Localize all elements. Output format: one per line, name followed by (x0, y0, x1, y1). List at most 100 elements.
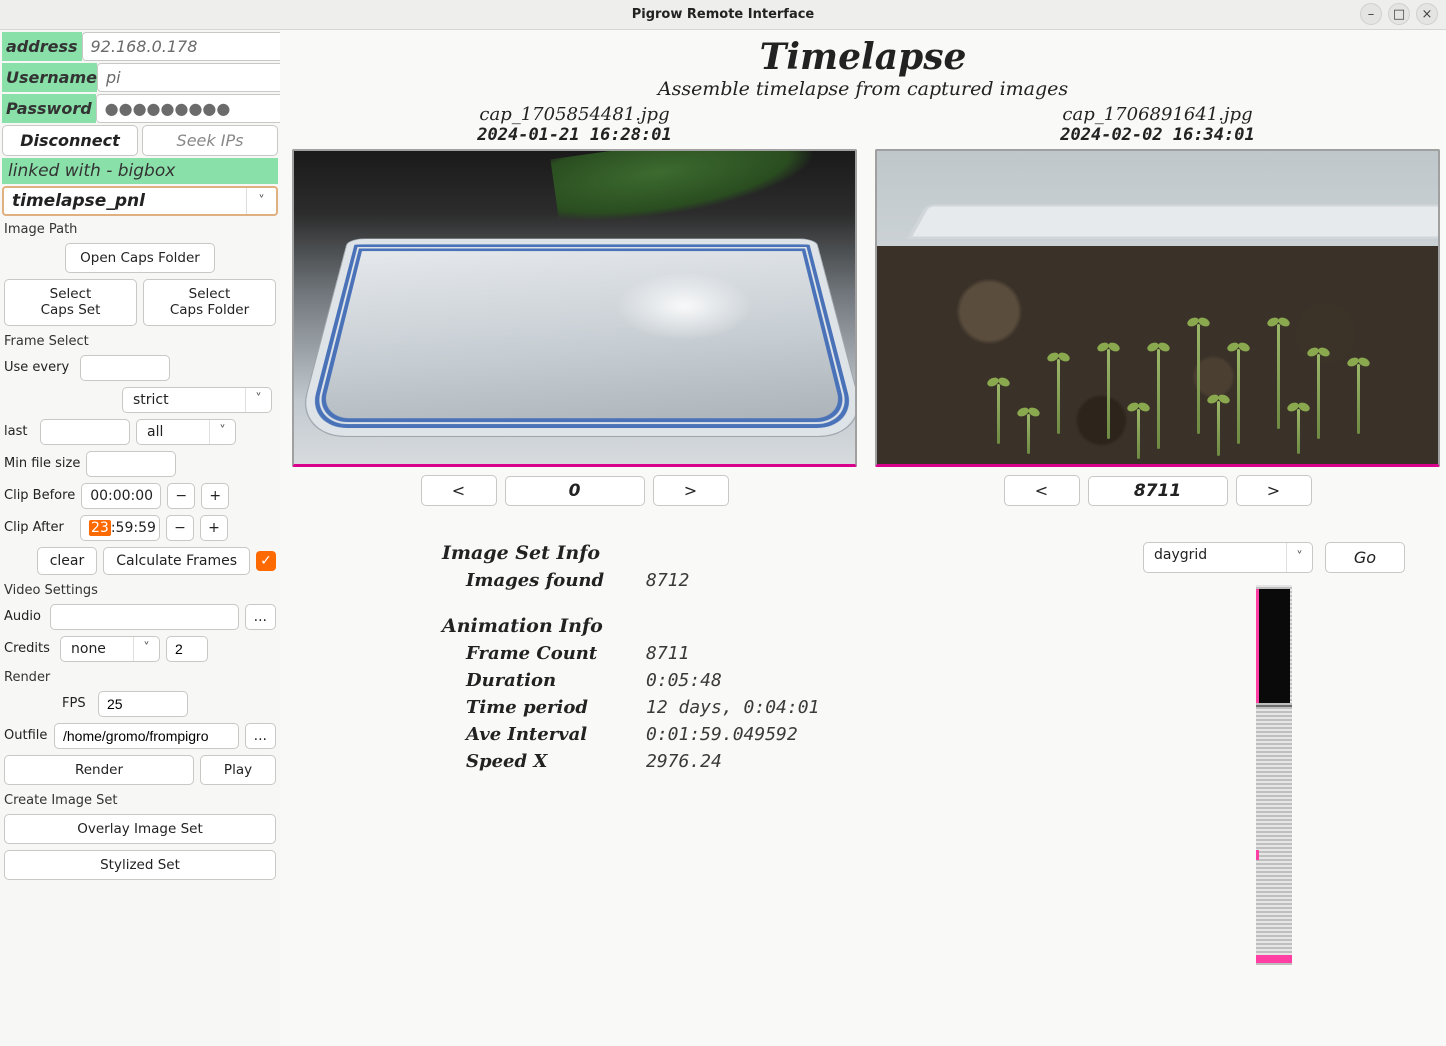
credits-select[interactable]: none ˅ (60, 636, 160, 662)
fps-label: FPS (62, 696, 92, 711)
last-unit-select[interactable]: all ˅ (136, 419, 236, 445)
capture-right-name: cap_1706891641.jpg (1062, 104, 1252, 125)
minimize-icon[interactable]: – (1360, 3, 1382, 25)
chevron-down-icon: ˅ (133, 637, 159, 661)
seek-ips-button[interactable]: Seek IPs (142, 125, 278, 156)
frame-select-label: Frame Select (2, 330, 278, 351)
use-every-input[interactable] (80, 355, 170, 381)
clip-after-rest: :59:59 (111, 520, 156, 536)
clip-after-minus-button[interactable]: − (166, 515, 194, 541)
images-found-label: Images found (466, 570, 646, 591)
address-input[interactable] (82, 32, 297, 61)
chevron-down-icon: ˅ (1286, 543, 1312, 572)
credits-label: Credits (4, 641, 54, 656)
audio-label: Audio (4, 609, 44, 624)
page-subtitle: Assemble timelapse from captured images (292, 78, 1434, 100)
linked-status: linked with - bigbox (2, 158, 278, 184)
window-title: Pigrow Remote Interface (632, 7, 815, 22)
clear-button[interactable]: clear (37, 547, 98, 575)
info-column: Image Set Info Images found 8712 Animati… (292, 534, 1094, 1046)
last-unit-value: all (137, 420, 209, 444)
analyse-column: Image Set Analyse daygrid ˅ Go (1114, 534, 1434, 1046)
last-input[interactable] (40, 419, 130, 445)
analyse-mode-value: daygrid (1144, 543, 1286, 572)
clip-before-label: Clip Before (4, 488, 75, 503)
stylized-set-button[interactable]: Stylized Set (4, 850, 276, 880)
chevron-down-icon: ˅ (246, 188, 276, 214)
speed-x-value: 2976.24 (646, 751, 722, 772)
clip-after-label: Clip After (4, 520, 74, 535)
username-label: Username (2, 63, 97, 92)
capture-right-index[interactable]: 8711 (1088, 476, 1228, 506)
capture-right-date: 2024-02-02 16:34:01 (1060, 125, 1254, 145)
analyse-go-button[interactable]: Go (1325, 542, 1405, 573)
sidebar: address ˅ Username Password Disconnect S… (0, 30, 280, 1046)
select-caps-folder-button[interactable]: Select Caps Folder (143, 279, 276, 325)
render-button[interactable]: Render (4, 755, 194, 785)
time-period-value: 12 days, 0:04:01 (646, 697, 819, 718)
fps-input[interactable] (98, 691, 188, 717)
time-period-label: Time period (466, 697, 646, 718)
clip-after-input[interactable]: 23:59:59 (80, 515, 160, 541)
outfile-label: Outfile (4, 728, 48, 743)
panel-select-value: timelapse_pnl (4, 188, 246, 214)
capture-left-prev-button[interactable]: < (421, 475, 497, 506)
disconnect-button[interactable]: Disconnect (2, 125, 138, 156)
clip-after-plus-button[interactable]: + (200, 515, 228, 541)
video-settings-label: Video Settings (2, 579, 278, 600)
image-set-info-header: Image Set Info (442, 542, 1094, 564)
capture-right-prev-button[interactable]: < (1004, 475, 1080, 506)
capture-right-next-button[interactable]: > (1236, 475, 1312, 506)
frame-count-label: Frame Count (466, 643, 646, 664)
main-panel: Timelapse Assemble timelapse from captur… (280, 30, 1446, 1046)
use-every-label: Use every (4, 360, 74, 375)
capture-left-index[interactable]: 0 (505, 476, 645, 506)
speed-x-label: Speed X (466, 751, 646, 772)
duration-label: Duration (466, 670, 646, 691)
capture-right-image (875, 149, 1440, 467)
strict-select-value: strict (123, 388, 245, 412)
outfile-input[interactable] (54, 723, 239, 749)
outfile-browse-button[interactable]: ... (245, 723, 276, 749)
clip-after-hh: 23 (89, 520, 111, 536)
clip-before-minus-button[interactable]: − (167, 483, 195, 509)
duration-value: 0:05:48 (646, 670, 722, 691)
min-file-size-input[interactable] (86, 451, 176, 477)
address-label: address (2, 32, 82, 61)
create-image-set-label: Create Image Set (2, 789, 278, 810)
render-label: Render (2, 666, 278, 687)
password-label: Password (2, 94, 96, 123)
audio-input[interactable] (50, 604, 239, 630)
open-caps-folder-button[interactable]: Open Caps Folder (65, 243, 215, 273)
chevron-down-icon: ˅ (245, 388, 271, 412)
capture-left: cap_1705854481.jpg 2024-01-21 16:28:01 <… (292, 104, 857, 506)
daygrid-image (1256, 585, 1292, 965)
clip-before-input[interactable]: 00:00:00 (81, 483, 161, 509)
image-path-label: Image Path (2, 218, 278, 239)
panel-select[interactable]: timelapse_pnl ˅ (2, 186, 278, 216)
credits-count-input[interactable] (166, 636, 208, 662)
calculate-frames-button[interactable]: Calculate Frames (103, 547, 250, 575)
audio-browse-button[interactable]: ... (245, 604, 276, 630)
overlay-image-set-button[interactable]: Overlay Image Set (4, 814, 276, 844)
clip-before-plus-button[interactable]: + (201, 483, 229, 509)
play-button[interactable]: Play (200, 755, 276, 785)
chevron-down-icon: ˅ (209, 420, 235, 444)
analyse-mode-select[interactable]: daygrid ˅ (1143, 542, 1313, 573)
select-caps-set-button[interactable]: Select Caps Set (4, 279, 137, 325)
credits-select-value: none (61, 637, 133, 661)
page-title: Timelapse (292, 36, 1434, 78)
capture-left-image (292, 149, 857, 467)
min-file-size-label: Min file size (4, 456, 80, 471)
capture-right: cap_1706891641.jpg 2024-02-02 16:34:01 (875, 104, 1440, 506)
capture-left-next-button[interactable]: > (653, 475, 729, 506)
maximize-icon[interactable]: □ (1388, 3, 1410, 25)
last-label: last (4, 424, 34, 439)
strict-select[interactable]: strict ˅ (122, 387, 272, 413)
animation-info-header: Animation Info (442, 615, 1094, 637)
ave-interval-label: Ave Interval (466, 724, 646, 745)
calculate-frames-checkbox[interactable]: ✓ (256, 551, 276, 571)
capture-left-name: cap_1705854481.jpg (479, 104, 669, 125)
close-icon[interactable]: × (1416, 3, 1438, 25)
ave-interval-value: 0:01:59.049592 (646, 724, 798, 745)
